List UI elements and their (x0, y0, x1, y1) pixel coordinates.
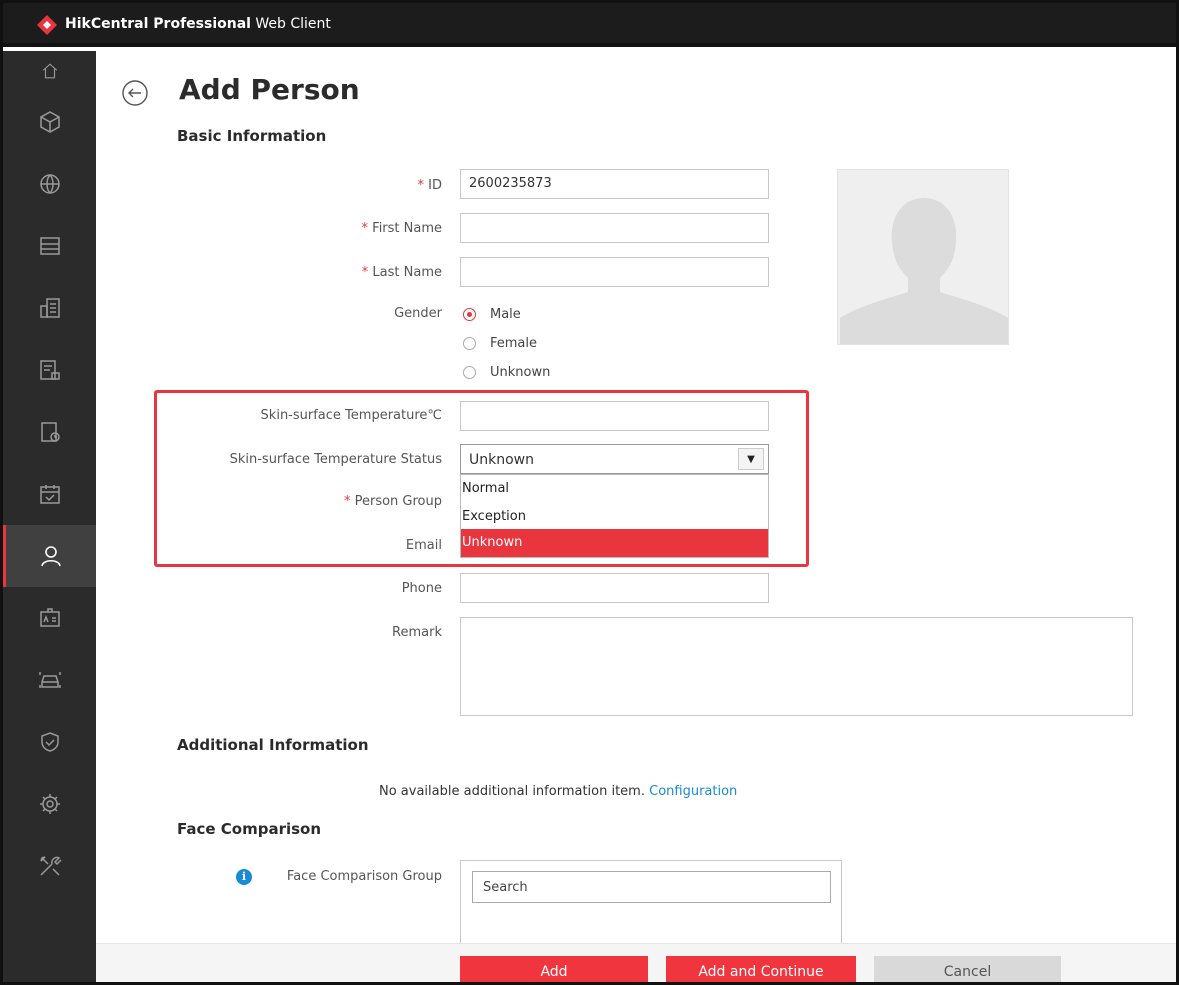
last-name-label: * Last Name (361, 265, 442, 280)
sidebar-item-storage[interactable] (3, 215, 96, 277)
highlight-box (154, 390, 809, 567)
gender-unknown-option[interactable]: Unknown (463, 365, 550, 380)
face-comparison-group-label: Face Comparison Group (286, 869, 442, 884)
sidebar-item-documents[interactable] (3, 339, 96, 401)
first-name-field[interactable] (460, 213, 769, 243)
calendar-check-icon (39, 485, 60, 504)
home-icon (42, 63, 57, 79)
first-name-label: * First Name (361, 221, 442, 236)
page-title: Add Person (179, 73, 360, 106)
tablet-clock-icon (40, 422, 60, 442)
top-bar: HikCentral Professional Web Client (3, 3, 1176, 47)
remark-label: Remark (392, 625, 442, 640)
building-icon (39, 298, 60, 318)
vehicle-icon (38, 672, 61, 688)
section-additional-information: Additional Information (177, 736, 369, 754)
sidebar-item-credentials[interactable] (3, 587, 96, 649)
sidebar-item-attendance[interactable] (3, 401, 96, 463)
sidebar-item-security[interactable] (3, 711, 96, 773)
app-window: HikCentral Professional Web Client Add P… (0, 0, 1179, 985)
app-title: HikCentral Professional Web Client (65, 16, 331, 32)
sidebar-item-settings[interactable] (3, 773, 96, 835)
add-button[interactable]: Add (460, 956, 648, 982)
radio-icon[interactable] (463, 366, 476, 379)
sidebar-item-maintenance[interactable] (3, 835, 96, 897)
person-photo-placeholder[interactable] (837, 169, 1009, 345)
id-field[interactable]: 2600235873 (460, 169, 769, 199)
gender-male-option[interactable]: Male (463, 307, 521, 322)
sidebar-item-home[interactable] (3, 51, 96, 91)
gender-female-option[interactable]: Female (463, 336, 537, 351)
sidebar-item-vehicle[interactable] (3, 649, 96, 711)
hikvision-logo-icon (37, 15, 57, 35)
sidebar-item-resources[interactable] (3, 91, 96, 153)
globe-icon (39, 174, 60, 194)
sidebar-item-building[interactable] (3, 277, 96, 339)
person-icon (41, 546, 61, 567)
phone-label: Phone (401, 581, 442, 596)
remark-textarea[interactable] (460, 617, 1133, 716)
cancel-button[interactable]: Cancel (874, 956, 1061, 982)
search-input[interactable]: Search (472, 871, 831, 903)
sidebar (3, 51, 96, 982)
tools-icon (39, 856, 62, 876)
last-name-field[interactable] (460, 257, 769, 287)
no-additional-info-message: No available additional information item… (379, 784, 738, 799)
section-basic-information: Basic Information (177, 127, 327, 145)
shield-icon (40, 732, 59, 752)
phone-field[interactable] (460, 573, 769, 603)
radio-selected-icon[interactable] (463, 308, 476, 321)
cube-icon (39, 111, 60, 133)
radio-icon[interactable] (463, 337, 476, 350)
document-lock-icon (39, 360, 60, 380)
sidebar-item-map[interactable] (3, 153, 96, 215)
id-card-icon (39, 608, 60, 627)
add-and-continue-button[interactable]: Add and Continue (666, 956, 856, 982)
gear-icon (39, 794, 60, 814)
avatar-silhouette-icon (840, 198, 1008, 344)
configuration-link[interactable]: Configuration (649, 784, 737, 799)
sidebar-item-calendar[interactable] (3, 463, 96, 525)
storage-icon (39, 237, 60, 255)
section-face-comparison: Face Comparison (177, 820, 322, 838)
back-arrow-icon[interactable] (121, 79, 149, 107)
info-icon[interactable]: i (236, 869, 252, 885)
gender-label: Gender (394, 306, 442, 321)
sidebar-item-person[interactable] (3, 525, 96, 587)
id-label: * ID (417, 178, 443, 193)
